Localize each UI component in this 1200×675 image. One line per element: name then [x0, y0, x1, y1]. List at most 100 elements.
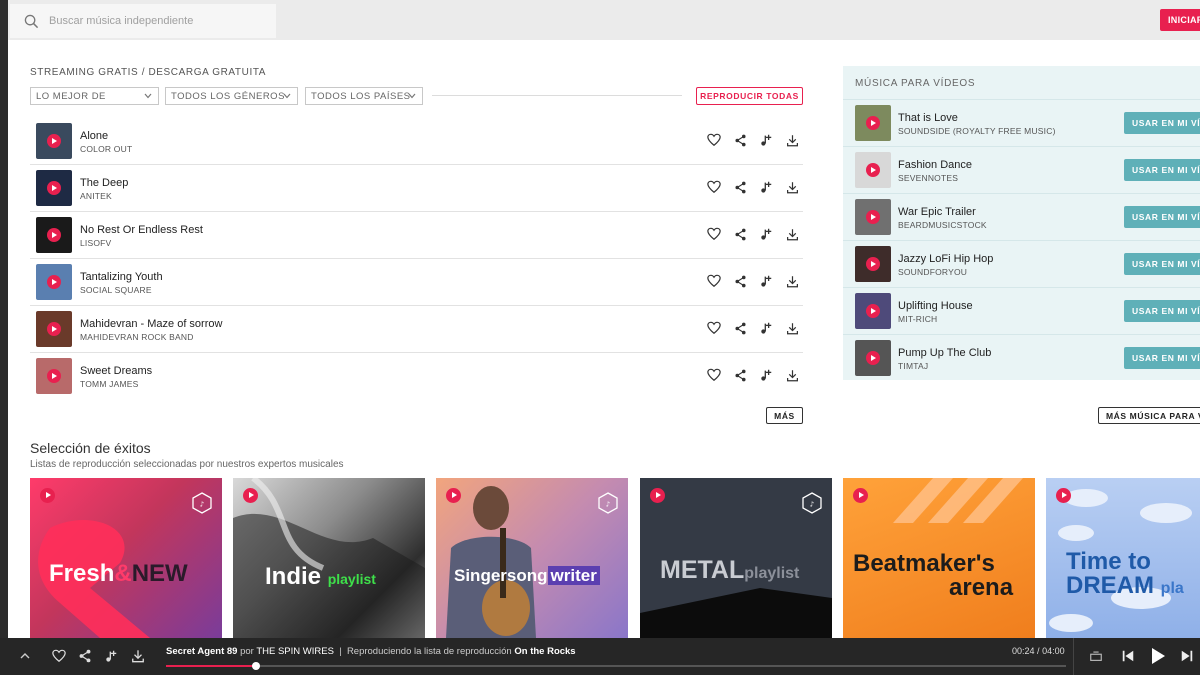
- use-in-video-button[interactable]: USAR EN MI VÍDEO: [1124, 300, 1200, 322]
- video-music-item[interactable]: Jazzy LoFi Hip Hop SOUNDFORYOU USAR EN MI …: [843, 240, 1200, 287]
- playlist-card-metal[interactable]: ♪ METALplaylist: [640, 478, 832, 638]
- play-icon[interactable]: [1056, 488, 1071, 503]
- chevron-up-icon[interactable]: [18, 649, 32, 663]
- track-title[interactable]: Pump Up The Club: [898, 347, 991, 359]
- track-row[interactable]: Alone COLOR OUT: [30, 118, 803, 165]
- track-cover[interactable]: [36, 311, 72, 347]
- track-artist[interactable]: SOCIAL SQUARE: [80, 285, 152, 295]
- track-title[interactable]: That is Love: [898, 112, 958, 124]
- song-title[interactable]: Secret Agent 89: [166, 646, 237, 657]
- filter-genres[interactable]: TODOS LOS GÉNEROS: [165, 87, 298, 105]
- play-icon[interactable]: [866, 163, 880, 177]
- download-icon[interactable]: [785, 274, 799, 288]
- heart-icon[interactable]: [707, 368, 721, 382]
- play-icon[interactable]: [243, 488, 258, 503]
- track-row[interactable]: Mahidevran - Maze of sorrow MAHIDEVRAN RO…: [30, 306, 803, 353]
- track-artist[interactable]: ANITEK: [80, 191, 112, 201]
- track-cover[interactable]: [855, 199, 891, 235]
- track-title[interactable]: Fashion Dance: [898, 159, 972, 171]
- track-cover[interactable]: [36, 170, 72, 206]
- filter-best-of[interactable]: LO MEJOR DE: [30, 87, 159, 105]
- play-icon[interactable]: [866, 351, 880, 365]
- track-cover[interactable]: [855, 340, 891, 376]
- track-title[interactable]: Jazzy LoFi Hip Hop: [898, 253, 993, 265]
- playlist-card-singersongwriter[interactable]: ♪ Singersong writer: [436, 478, 628, 638]
- track-artist[interactable]: SEVENNOTES: [898, 173, 958, 183]
- track-cover[interactable]: [855, 105, 891, 141]
- download-icon[interactable]: [785, 133, 799, 147]
- track-artist[interactable]: COLOR OUT: [80, 144, 132, 154]
- download-icon[interactable]: [785, 368, 799, 382]
- heart-icon[interactable]: [707, 274, 721, 288]
- share-icon[interactable]: [733, 133, 747, 147]
- use-in-video-button[interactable]: USAR EN MI VÍDEO: [1124, 159, 1200, 181]
- use-in-video-button[interactable]: USAR EN MI VÍDEO: [1124, 253, 1200, 275]
- play-icon[interactable]: [47, 275, 61, 289]
- video-music-item[interactable]: War Epic Trailer BEARDMUSICSTOCK USAR EN M…: [843, 193, 1200, 240]
- download-icon[interactable]: [785, 321, 799, 335]
- filter-countries[interactable]: TODOS LOS PAÍSES: [305, 87, 423, 105]
- track-cover[interactable]: [36, 264, 72, 300]
- track-cover[interactable]: [36, 123, 72, 159]
- add-to-playlist-icon[interactable]: [759, 227, 773, 241]
- play-icon[interactable]: [866, 257, 880, 271]
- playlist-card-beatmakers-arena[interactable]: Beatmaker's arena: [843, 478, 1035, 638]
- add-to-playlist-icon[interactable]: [759, 180, 773, 194]
- play-icon[interactable]: [866, 116, 880, 130]
- track-title[interactable]: Alone: [80, 130, 108, 142]
- use-in-video-button[interactable]: USAR EN MI VÍDEO: [1124, 347, 1200, 369]
- play-icon[interactable]: [40, 488, 55, 503]
- play-icon[interactable]: [47, 322, 61, 336]
- share-icon[interactable]: [733, 368, 747, 382]
- next-icon[interactable]: [1180, 649, 1194, 663]
- play-all-button[interactable]: REPRODUCIR TODAS: [696, 87, 803, 105]
- more-video-music-button[interactable]: MÁS MÚSICA PARA VÍDEOS: [1098, 407, 1200, 424]
- track-cover[interactable]: [855, 246, 891, 282]
- use-in-video-button[interactable]: USAR EN MI VÍDEO: [1124, 112, 1200, 134]
- share-icon[interactable]: [78, 649, 92, 663]
- heart-icon[interactable]: [707, 227, 721, 241]
- play-icon[interactable]: [650, 488, 665, 503]
- add-to-playlist-icon[interactable]: [759, 321, 773, 335]
- play-icon[interactable]: [866, 210, 880, 224]
- add-to-playlist-icon[interactable]: [759, 133, 773, 147]
- play-icon[interactable]: [47, 181, 61, 195]
- heart-icon[interactable]: [707, 321, 721, 335]
- heart-icon[interactable]: [52, 649, 66, 663]
- playlist-card-time-to-dream[interactable]: Time to DREAM pla: [1046, 478, 1200, 638]
- play-icon[interactable]: [853, 488, 868, 503]
- search-box[interactable]: [10, 4, 276, 38]
- video-music-item[interactable]: Fashion Dance SEVENNOTES USAR EN MI VÍDEO: [843, 146, 1200, 193]
- song-artist[interactable]: THE SPIN WIRES: [256, 646, 334, 657]
- track-artist[interactable]: TIMTAJ: [898, 361, 928, 371]
- track-row[interactable]: Sweet Dreams TOMM JAMES: [30, 353, 803, 400]
- previous-icon[interactable]: [1121, 649, 1135, 663]
- play-icon[interactable]: [866, 304, 880, 318]
- video-music-item[interactable]: Pump Up The Club TIMTAJ USAR EN MI VÍDEO: [843, 334, 1200, 381]
- add-to-playlist-icon[interactable]: [759, 368, 773, 382]
- playlist-card-fresh-new[interactable]: ♪ Fresh&NEW: [30, 478, 222, 638]
- queue-icon[interactable]: [1089, 649, 1103, 663]
- play-icon[interactable]: [47, 228, 61, 242]
- track-row[interactable]: No Rest Or Endless Rest LISOFV: [30, 212, 803, 259]
- track-row[interactable]: The Deep ANITEK: [30, 165, 803, 212]
- add-to-playlist-icon[interactable]: [104, 649, 118, 663]
- download-icon[interactable]: [785, 227, 799, 241]
- track-artist[interactable]: MIT-RICH: [898, 314, 937, 324]
- track-artist[interactable]: TOMM JAMES: [80, 379, 139, 389]
- share-icon[interactable]: [733, 274, 747, 288]
- play-icon[interactable]: [47, 369, 61, 383]
- track-cover[interactable]: [855, 152, 891, 188]
- progress-handle[interactable]: [252, 662, 260, 670]
- track-title[interactable]: Tantalizing Youth: [80, 271, 163, 283]
- track-title[interactable]: No Rest Or Endless Rest: [80, 224, 203, 236]
- track-cover[interactable]: [855, 293, 891, 329]
- track-title[interactable]: Uplifting House: [898, 300, 973, 312]
- track-artist[interactable]: MAHIDEVRAN ROCK BAND: [80, 332, 194, 342]
- video-music-item[interactable]: Uplifting House MIT-RICH USAR EN MI VÍDEO: [843, 287, 1200, 334]
- track-row[interactable]: Tantalizing Youth SOCIAL SQUARE: [30, 259, 803, 306]
- download-icon[interactable]: [785, 180, 799, 194]
- track-artist[interactable]: LISOFV: [80, 238, 111, 248]
- track-title[interactable]: The Deep: [80, 177, 128, 189]
- progress-bar[interactable]: [166, 662, 1066, 670]
